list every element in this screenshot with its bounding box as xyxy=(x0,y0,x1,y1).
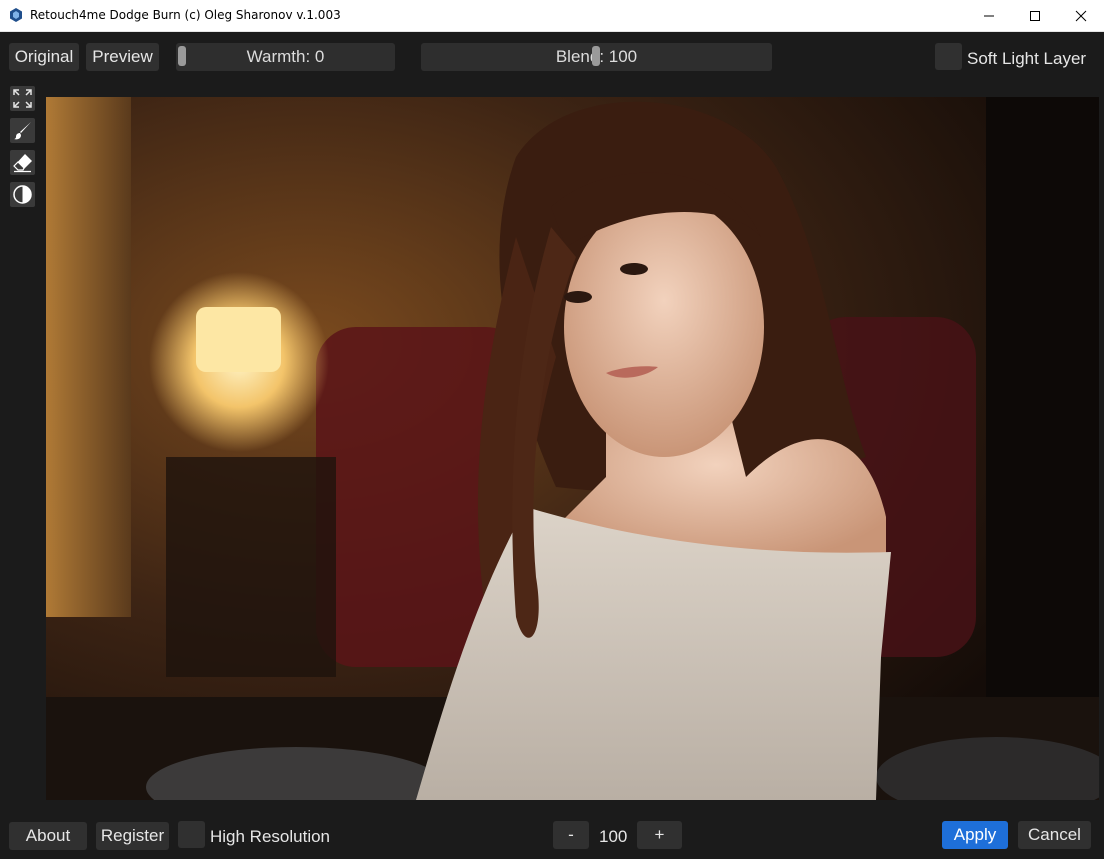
minimize-icon xyxy=(984,15,994,16)
contrast-tool-button[interactable] xyxy=(10,182,35,207)
blend-slider[interactable]: Blend: 100 xyxy=(421,43,772,71)
original-button[interactable]: Original xyxy=(9,43,79,71)
high-resolution-checkbox[interactable] xyxy=(178,821,205,848)
blend-slider-handle[interactable] xyxy=(592,46,600,66)
bottom-bar: About Register High Resolution - 100 + A… xyxy=(0,805,1104,859)
maximize-button[interactable] xyxy=(1012,0,1058,31)
warmth-slider-handle[interactable] xyxy=(178,46,186,66)
window-titlebar: Retouch4me Dodge Burn (c) Oleg Sharonov … xyxy=(0,0,1104,32)
close-icon xyxy=(1075,10,1087,21)
hexagon-app-icon xyxy=(10,8,22,22)
window-title: Retouch4me Dodge Burn (c) Oleg Sharonov … xyxy=(30,8,341,22)
warmth-label: Warmth: 0 xyxy=(246,47,325,66)
close-button[interactable] xyxy=(1058,0,1104,31)
eraser-icon xyxy=(13,154,32,173)
high-resolution-label: High Resolution xyxy=(210,827,331,846)
fit-screen-icon xyxy=(13,89,32,108)
register-button[interactable]: Register xyxy=(96,822,169,850)
minimize-button[interactable] xyxy=(966,0,1012,31)
top-toolbar: Original Preview Warmth: 0 Blend: 100 So… xyxy=(0,32,1104,88)
portrait-photo xyxy=(46,97,1099,800)
brush-tool-button[interactable] xyxy=(10,118,35,143)
contrast-icon xyxy=(13,185,32,204)
maximize-icon xyxy=(1030,10,1040,21)
preview-button[interactable]: Preview xyxy=(86,43,159,71)
zoom-minus-button[interactable]: - xyxy=(553,821,589,849)
warmth-slider[interactable]: Warmth: 0 xyxy=(176,43,395,71)
zoom-plus-button[interactable]: + xyxy=(637,821,682,849)
soft-light-label: Soft Light Layer xyxy=(967,49,1087,68)
fit-screen-button[interactable] xyxy=(10,86,35,111)
eraser-tool-button[interactable] xyxy=(10,150,35,175)
apply-button[interactable]: Apply xyxy=(942,821,1008,849)
brush-icon xyxy=(14,122,31,140)
zoom-value: 100 xyxy=(599,827,628,846)
cancel-button[interactable]: Cancel xyxy=(1018,821,1091,849)
photo-canvas[interactable] xyxy=(46,97,1099,800)
soft-light-checkbox[interactable] xyxy=(935,43,962,70)
about-button[interactable]: About xyxy=(9,822,87,850)
